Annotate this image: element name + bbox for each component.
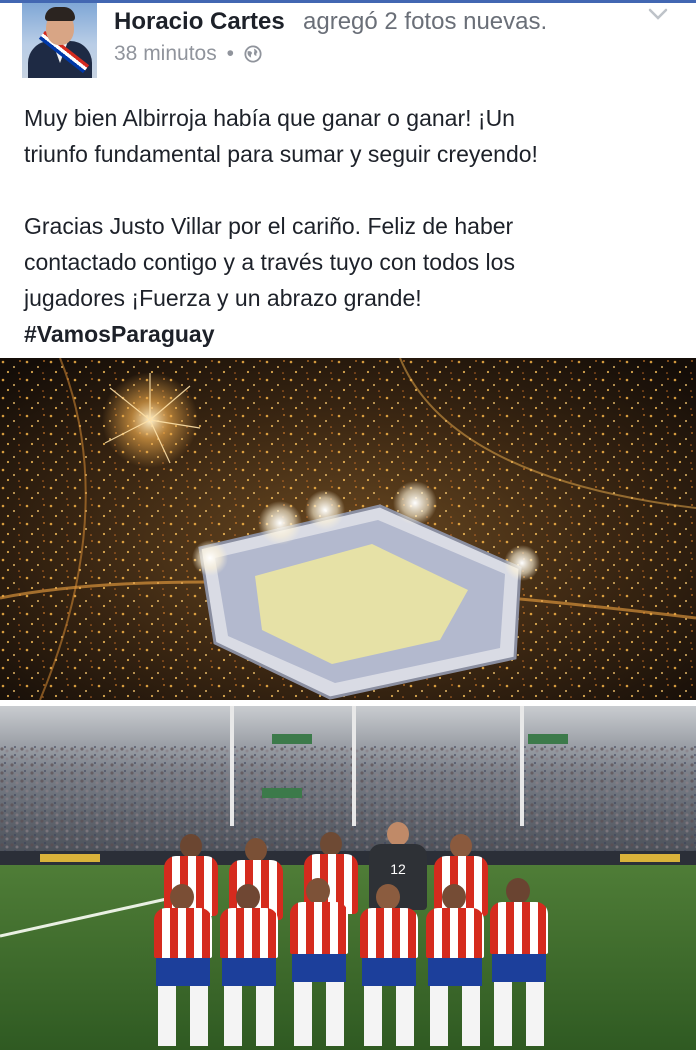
post-text-line: jugadores ¡Fuerza y un abrazo grande!	[24, 285, 422, 311]
post-action-text: agregó 2 fotos nuevas.	[303, 8, 548, 35]
post-meta: 38 minutos •	[114, 42, 262, 66]
player	[484, 878, 554, 1050]
avatar[interactable]	[22, 3, 97, 78]
meta-separator: •	[226, 42, 234, 65]
stadium-aerial-image	[0, 358, 696, 700]
photo-team[interactable]: 12	[0, 706, 696, 1050]
author-name[interactable]: Horacio Cartes	[114, 8, 285, 36]
post-text-line: triunfo fundamental para sumar y seguir …	[24, 141, 538, 167]
timestamp[interactable]: 38 minutos	[114, 42, 217, 65]
globe-icon[interactable]	[244, 45, 262, 63]
post-body: Muy bien Albirroja había que ganar o gan…	[24, 100, 674, 352]
post-text-line: Gracias Justo Villar por el cariño. Feli…	[24, 213, 514, 239]
chevron-down-icon[interactable]	[646, 4, 670, 24]
player	[148, 884, 218, 1050]
player	[354, 884, 424, 1050]
post-text-line: contactado contigo y a través tuyo con t…	[24, 249, 515, 275]
player	[214, 884, 284, 1050]
player	[420, 884, 490, 1050]
photo-stadium-aerial[interactable]	[0, 358, 696, 700]
player	[284, 878, 354, 1050]
post-text-line: Muy bien Albirroja había que ganar o gan…	[24, 105, 515, 131]
post-header: Horacio Cartes agregó 2 fotos nuevas. 38…	[0, 0, 696, 90]
hashtag-link[interactable]: #VamosParaguay	[24, 316, 674, 352]
